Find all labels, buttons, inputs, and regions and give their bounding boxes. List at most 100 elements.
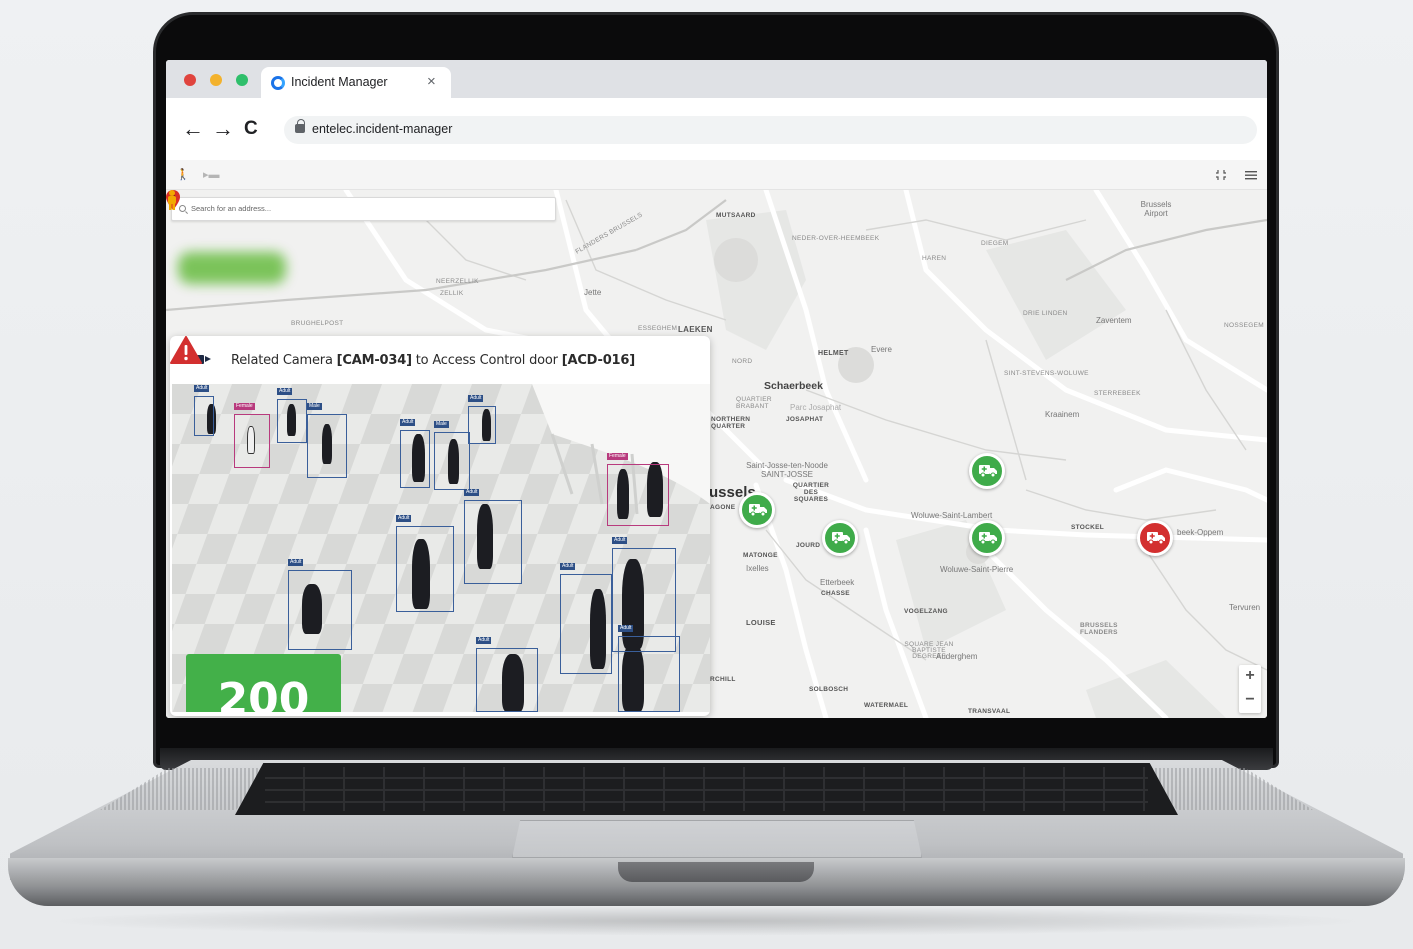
ambulance-icon [749, 504, 767, 517]
detection-tag: Adult [476, 637, 492, 644]
ambulance-marker[interactable] [969, 520, 1005, 556]
ambulance-icon [979, 532, 997, 545]
map-label: WATERMAEL [864, 702, 909, 709]
detection-box: Male [307, 403, 347, 478]
detection-box: Female [607, 453, 669, 526]
map-label: beek-Oppem [1177, 528, 1224, 537]
zoom-controls: + − [1239, 665, 1261, 713]
app-toolbar: 🚶 ▸▬ [166, 160, 1267, 190]
detection-tag: Adult [612, 537, 628, 544]
map-label: MATONGE [743, 552, 778, 559]
map-label: JOSAPHAT [786, 416, 824, 423]
url-text: entelec.incident-manager [312, 122, 453, 136]
ambulance-marker[interactable] [822, 520, 858, 556]
detection-box: Adult [288, 559, 352, 650]
map-label: MUTSAARD [716, 212, 756, 219]
zoom-out-button[interactable]: − [1239, 689, 1261, 713]
detection-tag: Adult [560, 563, 576, 570]
detection-tag: Adult [618, 625, 634, 632]
address-bar[interactable]: entelec.incident-manager [284, 116, 1257, 144]
ambulance-marker-alert[interactable] [1137, 520, 1173, 556]
map-label: SOLBOSCH [809, 686, 849, 693]
scene: Incident Manager × ← → C entelec.inciden… [0, 0, 1413, 949]
map-label: NEERZELLIK [436, 278, 479, 285]
detection-tag: Male [434, 421, 449, 428]
camera-panel-header: Related Camera [CAM-034] to Access Contr… [170, 336, 710, 384]
map-label: STOCKEL [1071, 524, 1105, 531]
detection-box: Adult [277, 388, 307, 443]
map-label: CHASSE [821, 590, 850, 597]
map-label: NOSSEGEM [1224, 322, 1264, 329]
detection-tag: Adult [396, 515, 412, 522]
map-label: Zaventem [1096, 316, 1132, 325]
keyboard [235, 763, 1178, 815]
map-label: AGONE [710, 504, 736, 511]
door-id[interactable]: [ACD-016] [562, 353, 635, 368]
detection-box: Adult [560, 563, 612, 674]
zoom-in-button[interactable]: + [1239, 665, 1261, 689]
browser-window: Incident Manager × ← → C entelec.inciden… [166, 60, 1267, 718]
map-label: DRIE LINDEN [1023, 310, 1068, 317]
search-input[interactable]: Search for an address... [191, 204, 271, 213]
detection-tag: Female [234, 403, 255, 410]
ambulance-marker[interactable] [739, 492, 775, 528]
ambulance-marker[interactable] [969, 453, 1005, 489]
expand-icon[interactable] [1216, 170, 1226, 180]
map-label: BRUGHELPOST [291, 320, 344, 327]
refresh-icon [271, 76, 285, 90]
ambulance-icon [1147, 532, 1165, 545]
train-icon[interactable]: ▸▬ [203, 168, 220, 181]
maximize-window-dot[interactable] [236, 74, 248, 86]
minimize-window-dot[interactable] [210, 74, 222, 86]
map-label: Tervuren [1229, 603, 1261, 612]
people-count-badge: 200 [186, 654, 341, 712]
title-middle: to Access Control door [411, 353, 562, 368]
detection-tag: Adult [468, 395, 484, 402]
tab-close-button[interactable]: × [427, 73, 436, 90]
back-button[interactable]: ← [182, 118, 204, 140]
camera-id[interactable]: [CAM-034] [337, 353, 412, 368]
detection-tag: Adult [277, 388, 293, 395]
map-label: NORD [732, 358, 753, 365]
address-search[interactable]: Search for an address... [171, 197, 556, 221]
tab-bar: Incident Manager × [166, 60, 1267, 98]
detection-box: Adult [476, 637, 538, 712]
map-label: NEDER-OVER-HEEMBEEK [792, 235, 880, 242]
detection-tag: Adult [288, 559, 304, 566]
camera-panel-title: Related Camera [CAM-034] to Access Contr… [231, 353, 635, 368]
incident-manager-app: 🚶 ▸▬ Search for an address... MUTSAARD N… [166, 160, 1267, 718]
map-label: HAREN [922, 255, 947, 262]
camera-feed[interactable]: Adult Female Adult Male Adult Male Adult… [172, 384, 710, 712]
tab-title: Incident Manager [291, 75, 388, 89]
map-view[interactable]: Search for an address... MUTSAARD NEDER-… [166, 190, 1267, 718]
map-label: Brussels Airport [1140, 200, 1172, 218]
laptop-notch [618, 862, 814, 882]
detection-box: Female [234, 403, 270, 468]
blurred-logo [178, 252, 286, 284]
reload-button[interactable]: C [244, 118, 258, 140]
laptop-shadow [40, 906, 1373, 936]
ambulance-icon [832, 532, 850, 545]
camera-panel: Related Camera [CAM-034] to Access Contr… [170, 336, 710, 716]
walk-icon[interactable]: 🚶 [176, 168, 190, 181]
detection-box: Adult [194, 385, 214, 436]
pegman-icon[interactable] [166, 190, 178, 210]
close-window-dot[interactable] [184, 74, 196, 86]
menu-icon[interactable] [1245, 170, 1257, 180]
map-label: QUARTIER BRABANT [736, 396, 772, 410]
forward-button[interactable]: → [212, 118, 234, 140]
keyboard-keys [265, 767, 1148, 811]
map-label: Kraainem [1045, 410, 1080, 419]
map-label: Woluwe-Saint-Lambert [911, 511, 993, 520]
tab-incident-manager[interactable]: Incident Manager × [261, 67, 451, 98]
map-label: Evere [871, 345, 892, 354]
map-label: ESSEGHEM [638, 325, 678, 332]
map-label: ZELLIK [440, 290, 464, 297]
map-label: SINT-STEVENS-WOLUWE [1004, 370, 1089, 377]
title-prefix: Related Camera [231, 353, 337, 368]
map-label: Jette [584, 288, 602, 297]
warning-icon[interactable] [170, 336, 202, 364]
map-label: LOUISE [746, 618, 776, 627]
map-label: Auderghem [936, 652, 978, 661]
detection-box: Male [434, 421, 470, 490]
